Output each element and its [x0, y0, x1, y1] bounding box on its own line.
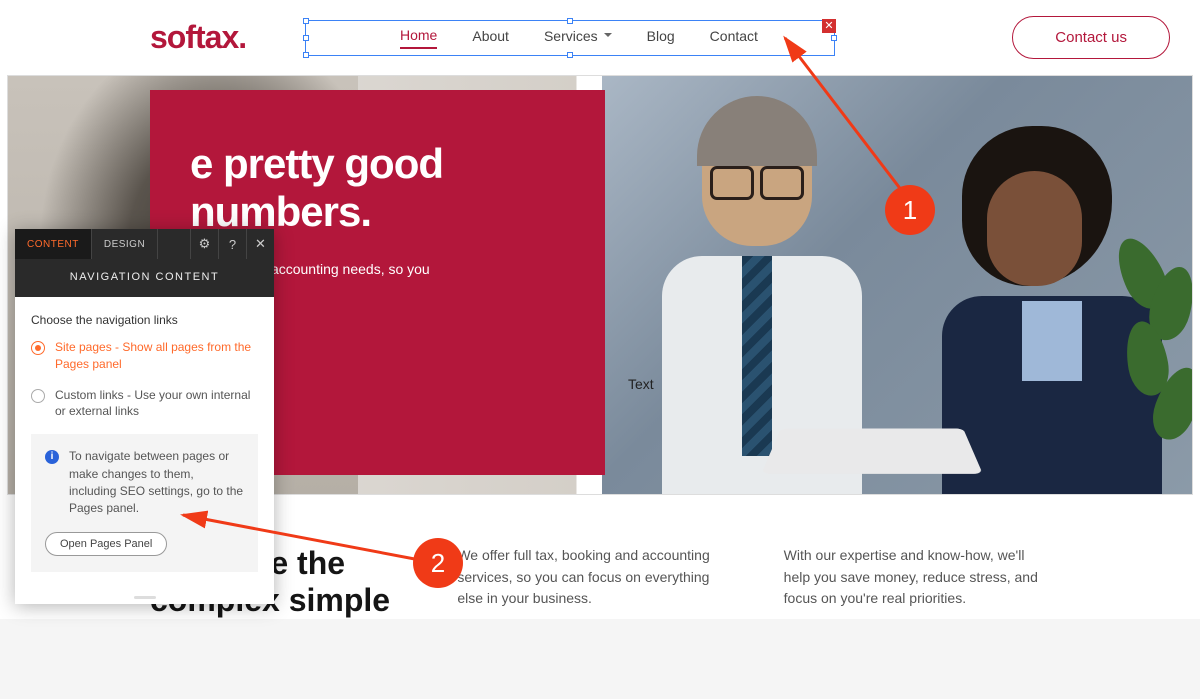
logo: softax. — [150, 19, 246, 56]
nav-item-services[interactable]: Services — [544, 28, 612, 48]
nav-item-contact[interactable]: Contact — [710, 28, 758, 48]
person-1 — [632, 81, 912, 481]
nav-item-home[interactable]: Home — [400, 27, 437, 49]
bottom-para-1: We offer full tax, booking and accountin… — [457, 545, 723, 619]
info-text: To navigate between pages or make change… — [69, 448, 244, 518]
resize-handle[interactable] — [567, 52, 573, 58]
radio-label: Custom links - Use your own internal or … — [55, 387, 258, 421]
resize-handle[interactable] — [303, 18, 309, 24]
nav-item-blog[interactable]: Blog — [647, 28, 675, 48]
delete-element-icon[interactable]: ✕ — [822, 19, 836, 33]
resize-handle[interactable] — [303, 35, 309, 41]
open-pages-panel-button[interactable]: Open Pages Panel — [45, 532, 167, 556]
nav-item-about[interactable]: About — [472, 28, 509, 48]
radio-site-pages[interactable]: Site pages - Show all pages from the Pag… — [31, 339, 258, 373]
hero-title: e pretty good numbers. — [190, 140, 565, 237]
panel-tab-content[interactable]: CONTENT — [15, 229, 92, 259]
contact-us-button[interactable]: Contact us — [1012, 16, 1170, 59]
laptop — [761, 428, 983, 473]
radio-icon[interactable] — [31, 389, 45, 403]
panel-title: NAVIGATION CONTENT — [15, 259, 274, 297]
radio-icon[interactable] — [31, 341, 45, 355]
panel-tab-design[interactable]: DESIGN — [92, 229, 158, 259]
hero-photo — [602, 76, 1192, 494]
annotation-badge-1: 1 — [885, 185, 935, 235]
panel-tab-bar: CONTENT DESIGN ⚙ ? ✕ — [15, 229, 274, 259]
text-placeholder-label[interactable]: Text — [628, 376, 654, 392]
main-nav: Home About Services Blog Contact — [400, 27, 758, 49]
help-icon[interactable]: ? — [218, 229, 246, 259]
choose-links-label: Choose the navigation links — [31, 313, 258, 327]
plant — [1112, 226, 1192, 494]
gear-icon[interactable]: ⚙ — [190, 229, 218, 259]
radio-custom-links[interactable]: Custom links - Use your own internal or … — [31, 387, 258, 421]
panel-resize-handle[interactable] — [15, 592, 274, 604]
site-header: softax. ✕ Home About Services Blog Conta… — [0, 0, 1200, 75]
info-box: i To navigate between pages or make chan… — [31, 434, 258, 572]
info-icon: i — [45, 450, 59, 464]
radio-label: Site pages - Show all pages from the Pag… — [55, 339, 258, 373]
bottom-para-2: With our expertise and know-how, we'll h… — [784, 545, 1050, 619]
annotation-badge-2: 2 — [413, 538, 463, 588]
resize-handle[interactable] — [303, 52, 309, 58]
resize-handle[interactable] — [831, 35, 837, 41]
close-icon[interactable]: ✕ — [246, 229, 274, 259]
resize-handle[interactable] — [567, 18, 573, 24]
editor-panel: CONTENT DESIGN ⚙ ? ✕ NAVIGATION CONTENT … — [15, 229, 274, 604]
